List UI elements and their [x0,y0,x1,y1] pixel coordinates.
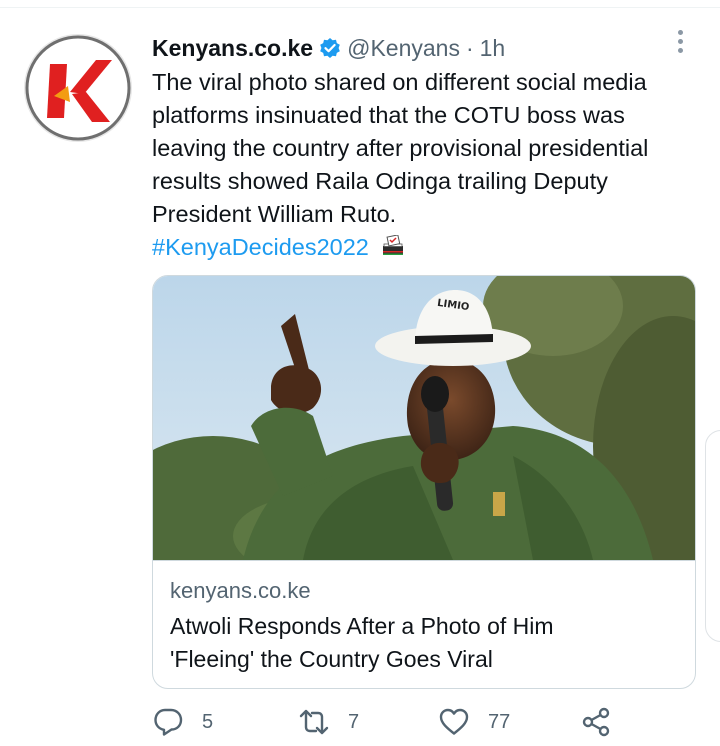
handle[interactable]: @Kenyans [347,35,460,62]
tweet-text-line: results showed Raila Odinga trailing Dep… [152,168,608,194]
kenyans-logo-icon [25,35,131,141]
display-name[interactable]: Kenyans.co.ke [152,35,313,62]
top-divider [0,7,720,8]
ballot-box-icon [381,233,405,255]
tweet-text-line: President William Ruto. [152,201,397,227]
tweet-text-line: platforms insinuated that the COTU boss … [152,102,625,128]
avatar[interactable] [24,34,132,142]
share-button[interactable] [580,706,612,738]
retweet-count: 7 [348,710,360,733]
card-domain: kenyans.co.ke [170,578,311,603]
card-image[interactable]: LIMIO [153,276,695,560]
reply-button[interactable]: 5 [152,706,213,738]
retweet-button[interactable]: 7 [298,706,359,738]
tweet-actions: 5 7 77 [152,706,692,746]
edge-scroll-handle[interactable] [705,430,720,642]
heart-icon [439,708,469,735]
more-options-icon[interactable] [670,30,690,60]
reply-count: 5 [202,710,214,733]
separator-dot: · [465,34,474,61]
card-title-line: Atwoli Responds After a Photo of Him [170,613,554,639]
card-divider [153,560,695,561]
retweet-icon [299,709,329,735]
reply-icon [154,708,183,736]
verified-badge-icon [319,37,341,59]
hashtag-link[interactable]: #KenyaDecides2022 [152,234,369,260]
card-title: Atwoli Responds After a Photo of Him 'Fl… [170,610,670,676]
tweet-text-line: leaving the country after provisional pr… [152,135,649,161]
tweet-text-line: The viral photo shared on different soci… [152,69,647,95]
timestamp[interactable]: 1h [480,35,506,62]
link-card[interactable]: LIMIO kenyans.co.ke Atwoli Responds Afte… [152,275,696,689]
tweet-header: Kenyans.co.ke @Kenyans · 1h [152,32,505,64]
like-button[interactable]: 77 [438,706,510,738]
tweet-text: The viral photo shared on different soci… [152,66,702,264]
hashtag-line: #KenyaDecides2022 [152,231,702,264]
card-title-line: 'Fleeing' the Country Goes Viral [170,646,493,672]
share-icon [582,707,610,737]
like-count: 77 [488,710,511,733]
